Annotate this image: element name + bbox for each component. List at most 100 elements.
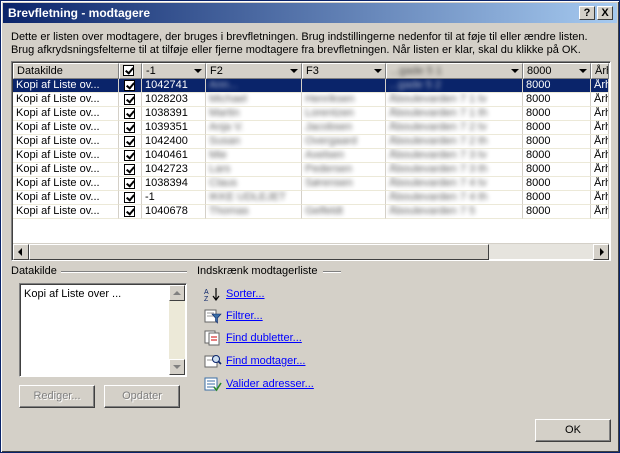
arrow-down-icon [173, 365, 181, 369]
column-dropdown-icon[interactable] [290, 69, 298, 73]
row-checkbox[interactable] [124, 108, 135, 119]
cell-address: Åboulevarden 7 4 tv [386, 177, 523, 191]
sort-link[interactable]: A Z Sorter... [204, 285, 265, 303]
select-all-checkbox[interactable] [123, 65, 134, 76]
table-row[interactable]: Kopi af Liste ov... 1038394 Claus Sørensen Å… [13, 177, 609, 191]
column-header-address[interactable]: ...gade 5 1 [386, 63, 523, 79]
row-checkbox[interactable] [124, 136, 135, 147]
cell-city: Århus [591, 205, 609, 219]
validate-addresses-link[interactable]: Valider adresser... [204, 375, 314, 393]
table-row[interactable]: Kopi af Liste ov... 1028203 Michael Henriks… [13, 93, 609, 107]
arrow-left-icon [18, 248, 22, 256]
table-row[interactable]: Kopi af Liste ov... 1040678 Thomas Gelfeldt… [13, 205, 609, 219]
find-recipient-link[interactable]: Find modtager... [204, 352, 306, 370]
find-recipient-icon [204, 353, 222, 369]
scroll-thumb[interactable] [29, 244, 489, 260]
cell-checkbox[interactable] [119, 135, 142, 149]
cell-first-name: Lars [206, 163, 302, 177]
cell-source: Kopi af Liste ov... [13, 177, 119, 191]
row-checkbox[interactable] [124, 94, 135, 105]
table-row[interactable]: Kopi af Liste ov... 1042723 Lars Pedersen Åb… [13, 163, 609, 177]
grid-header: Datakilde -1 F2 F3 ...gade 5 1 8000 Århu… [13, 63, 609, 79]
update-button[interactable]: Opdater [104, 385, 180, 408]
cell-first-name: Thomas [206, 205, 302, 219]
table-row[interactable]: Kopi af Liste ov... 1039351 Anja V. Jacobse… [13, 121, 609, 135]
scroll-down-button[interactable] [169, 359, 185, 375]
column-header-datakilde[interactable]: Datakilde [13, 63, 119, 79]
filter-link[interactable]: Filtrer... [204, 307, 263, 325]
column-header-f2[interactable]: F2 [206, 63, 302, 79]
ok-button[interactable]: OK [535, 419, 611, 442]
cell-id: 1042400 [142, 135, 206, 149]
recipient-grid: Datakilde -1 F2 F3 ...gade 5 1 8000 Århu… [11, 61, 611, 261]
data-source-item[interactable]: Kopi af Liste over ... [24, 288, 121, 300]
cell-first-name: Martin [206, 107, 302, 121]
cell-checkbox[interactable] [119, 177, 142, 191]
cell-id: 1042741 [142, 79, 206, 93]
cell-source: Kopi af Liste ov... [13, 149, 119, 163]
data-source-list[interactable]: Kopi af Liste over ... [19, 283, 187, 377]
table-row[interactable]: Kopi af Liste ov... 1042741 Ann... ...gade … [13, 79, 609, 93]
table-row[interactable]: Kopi af Liste ov... -1 IKKE UDLEJET Åboulev… [13, 191, 609, 205]
row-checkbox[interactable] [124, 164, 135, 175]
help-button[interactable]: ? [579, 6, 595, 20]
cell-checkbox[interactable] [119, 163, 142, 177]
column-header-zip[interactable]: 8000 [523, 63, 591, 79]
cell-city: Århus [591, 79, 609, 93]
cell-checkbox[interactable] [119, 149, 142, 163]
cell-zip: 8000 [523, 135, 591, 149]
cell-last-name: Overgaard [302, 135, 386, 149]
row-checkbox[interactable] [124, 192, 135, 203]
table-row[interactable]: Kopi af Liste ov... 1040461 Mie Axelsen Åbou… [13, 149, 609, 163]
cell-checkbox[interactable] [119, 79, 142, 93]
cell-zip: 8000 [523, 163, 591, 177]
cell-address: Åboulevarden 7 2 th [386, 135, 523, 149]
horizontal-scrollbar[interactable] [13, 243, 609, 260]
table-row[interactable]: Kopi af Liste ov... 1042400 Susan Overgaard… [13, 135, 609, 149]
cell-checkbox[interactable] [119, 205, 142, 219]
row-checkbox[interactable] [124, 206, 135, 217]
vertical-scrollbar[interactable] [169, 285, 185, 375]
cell-address: Åboulevarden 7 2 tv [386, 121, 523, 135]
edit-button[interactable]: Rediger... [19, 385, 95, 408]
cell-address: Åboulevarden 7 4 th [386, 191, 523, 205]
table-row[interactable]: Kopi af Liste ov... 1038391 Martin Lorentze… [13, 107, 609, 121]
svg-text:Z: Z [204, 296, 209, 302]
column-dropdown-icon[interactable] [374, 69, 382, 73]
scroll-right-button[interactable] [593, 244, 609, 260]
row-checkbox[interactable] [124, 122, 135, 133]
cell-first-name: Anja V. [206, 121, 302, 135]
column-header-id[interactable]: -1 [142, 63, 206, 79]
column-dropdown-icon[interactable] [579, 69, 587, 73]
find-duplicates-link[interactable]: Find dubletter... [204, 329, 302, 347]
cell-checkbox[interactable] [119, 121, 142, 135]
datakilde-group-label: Datakilde [11, 265, 57, 277]
cell-id: 1039351 [142, 121, 206, 135]
title-bar[interactable]: Brevfletning - modtagere ? X [3, 3, 617, 23]
cell-checkbox[interactable] [119, 107, 142, 121]
column-header-city[interactable]: Århus [591, 63, 609, 79]
cell-city: Århus [591, 149, 609, 163]
row-checkbox[interactable] [124, 150, 135, 161]
close-button[interactable]: X [597, 6, 613, 20]
cell-last-name: Sørensen [302, 177, 386, 191]
cell-city: Århus [591, 177, 609, 191]
cell-id: 1040678 [142, 205, 206, 219]
cell-zip: 8000 [523, 121, 591, 135]
scroll-left-button[interactable] [13, 244, 29, 260]
column-dropdown-icon[interactable] [194, 69, 202, 73]
column-dropdown-icon[interactable] [511, 69, 519, 73]
cell-source: Kopi af Liste ov... [13, 79, 119, 93]
cell-zip: 8000 [523, 205, 591, 219]
column-header-f3[interactable]: F3 [302, 63, 386, 79]
row-checkbox[interactable] [124, 80, 135, 91]
cell-checkbox[interactable] [119, 191, 142, 205]
row-checkbox[interactable] [124, 178, 135, 189]
instruction-line-2: Brug afkrydsningsfelterne til at tilføje… [11, 44, 581, 56]
mail-merge-recipients-dialog: Brevfletning - modtagere ? X Dette er li… [0, 0, 620, 453]
scroll-up-button[interactable] [169, 285, 185, 301]
grid-body: Kopi af Liste ov... 1042741 Ann... ...gade … [13, 79, 609, 219]
cell-first-name: IKKE UDLEJET [206, 191, 302, 205]
column-header-select-all[interactable] [119, 63, 142, 79]
cell-checkbox[interactable] [119, 93, 142, 107]
